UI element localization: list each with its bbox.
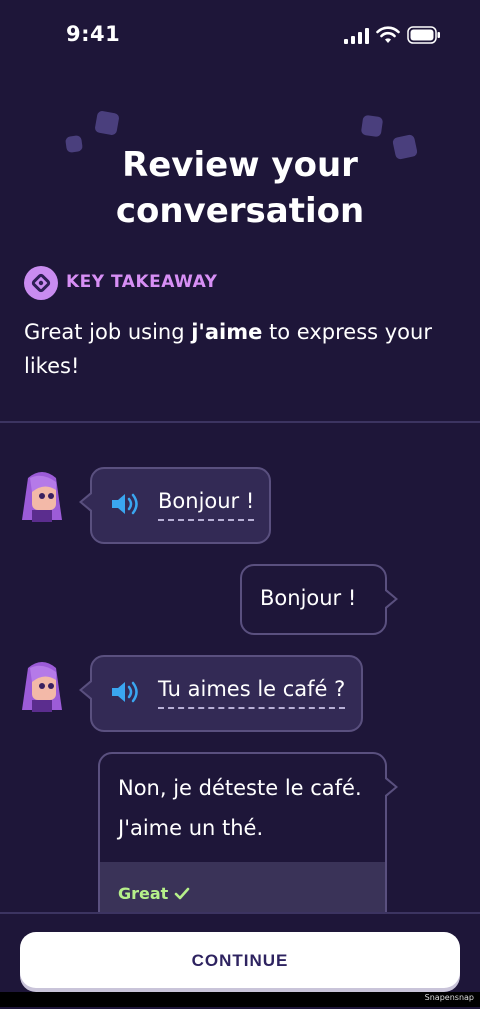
decor-square [94, 110, 120, 136]
chat-bubble-user: Bonjour ! [240, 564, 398, 635]
speaker-icon[interactable] [110, 491, 142, 517]
battery-icon [407, 26, 440, 44]
section-divider [0, 421, 480, 423]
page-title: Review your conversation [0, 142, 480, 234]
key-takeaway-phrase: j'aime [191, 320, 263, 344]
chat-bubble-character: Tu aimes le café ? [79, 655, 363, 732]
message-text[interactable]: Tu aimes le café ? [158, 677, 346, 709]
speaker-icon[interactable] [110, 679, 142, 705]
key-takeaway-icon [24, 266, 58, 300]
continue-button[interactable]: CONTINUE [20, 932, 460, 988]
message-text-line1: Non, je déteste le café. [118, 776, 362, 800]
message-text[interactable]: Bonjour ! [158, 489, 255, 521]
message-text: Bonjour ! [260, 586, 357, 610]
page-title-line2: conversation [115, 191, 365, 231]
cellular-signal-icon [344, 28, 369, 44]
message-text-line2: J'aime un thé. [118, 816, 264, 840]
wifi-icon [376, 26, 400, 43]
character-avatar [22, 662, 62, 712]
feedback-label: Great [118, 884, 190, 903]
decor-square [360, 114, 384, 138]
character-avatar [22, 472, 62, 522]
key-takeaway-label: KEY TAKEAWAY [66, 272, 218, 292]
status-bar: 9:41 [0, 0, 480, 72]
status-time: 9:41 [66, 22, 121, 46]
chat-bubble-user: Non, je déteste le café. J'aime un thé. … [98, 752, 398, 932]
key-takeaway-text: Great job using j'aime to express your l… [24, 320, 432, 378]
checkmark-icon [174, 887, 190, 900]
footer-strip: Snapensnap [0, 992, 480, 1007]
page-title-line1: Review your [122, 145, 358, 185]
watermark: Snapensnap [424, 993, 474, 1002]
chat-bubble-character: Bonjour ! [79, 467, 271, 544]
